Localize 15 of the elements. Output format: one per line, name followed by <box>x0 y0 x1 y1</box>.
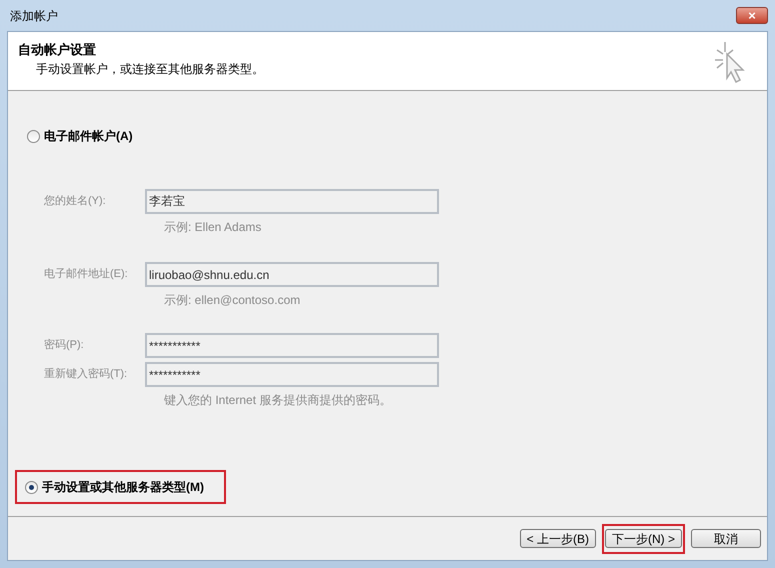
radio-option[interactable]: 手动设置或其他服务器类型(M) <box>25 478 204 496</box>
header-subtitle: 手动设置帐户，或连接至其他服务器类型。 <box>35 60 264 78</box>
field-hint: 示例: Ellen Adams <box>164 219 262 236</box>
field-label: 重新键入密码(T): <box>44 366 128 382</box>
window-title: 添加帐户 <box>9 8 58 24</box>
dialog-button[interactable]: 取消 <box>691 528 761 548</box>
dialog-button[interactable]: < 上一步(B) <box>520 528 596 548</box>
dialog-button[interactable]: 下一步(N) > <box>605 528 682 548</box>
header-title: 自动帐户设置 <box>18 41 97 59</box>
radio-option[interactable]: 电子邮件帐户(A) <box>27 127 133 145</box>
field-hint: 键入您的 Internet 服务提供商提供的密码。 <box>164 392 392 409</box>
field-label: 您的姓名(Y): <box>44 194 107 210</box>
field-label: 密码(P): <box>44 338 85 354</box>
field-hint: 示例: ellen@contoso.com <box>164 292 300 309</box>
field-label: 电子邮件地址(E): <box>44 267 129 282</box>
